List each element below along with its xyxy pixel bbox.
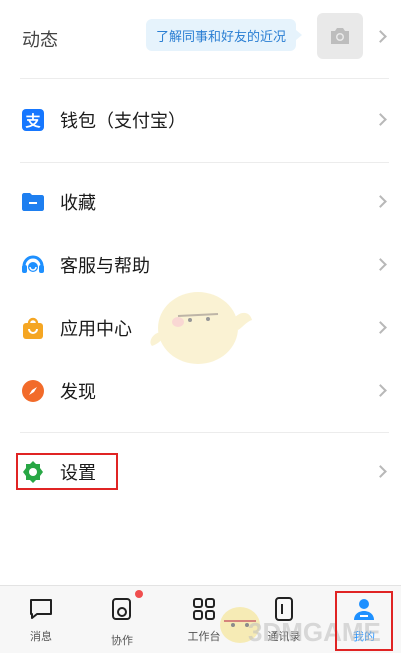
dynamic-hint-text: 了解同事和好友的近况 — [156, 29, 287, 45]
chevron-right-icon — [374, 30, 387, 43]
menu-item-discover[interactable]: 发现 — [0, 369, 401, 413]
collab-icon — [112, 598, 131, 620]
headset-icon — [20, 252, 46, 278]
menu-label: 应用中心 — [60, 319, 132, 340]
grid-icon — [193, 598, 215, 620]
chevron-right-icon — [374, 258, 387, 271]
menu-label: 客服与帮助 — [60, 256, 150, 277]
divider — [20, 162, 389, 163]
mascot-decoration — [148, 282, 256, 372]
menu-item-wallet[interactable]: 支 钱包（支付宝） — [0, 98, 401, 142]
chevron-right-icon — [374, 321, 387, 334]
me-tab-highlight-box — [335, 591, 393, 651]
chevron-right-icon — [374, 384, 387, 397]
tab-collab[interactable]: 协作 — [92, 590, 152, 648]
compass-icon — [20, 378, 46, 404]
menu-label: 发现 — [60, 382, 96, 403]
tab-label: 消息 — [30, 630, 52, 643]
camera-icon[interactable] — [317, 13, 363, 59]
chevron-right-icon — [374, 195, 387, 208]
divider — [20, 78, 389, 79]
menu-item-favorites[interactable]: 收藏 — [0, 180, 401, 224]
menu-label: 钱包（支付宝） — [60, 111, 186, 132]
notification-badge — [135, 590, 143, 598]
alipay-icon: 支 — [20, 107, 46, 133]
bag-icon — [20, 315, 46, 341]
dynamic-label: 动态 — [22, 30, 58, 51]
menu-item-help[interactable]: 客服与帮助 — [0, 243, 401, 287]
tab-messages[interactable]: 消息 — [11, 596, 71, 644]
tab-label: 协作 — [111, 634, 133, 647]
folder-icon — [20, 189, 46, 215]
dynamic-row[interactable]: 动态 了解同事和好友的近况 — [0, 0, 401, 78]
chevron-right-icon — [374, 113, 387, 126]
dynamic-hint-bubble: 了解同事和好友的近况 — [146, 19, 303, 51]
chat-icon — [30, 599, 52, 619]
settings-highlight-box — [16, 453, 118, 490]
svg-text:支: 支 — [24, 112, 41, 130]
divider — [20, 432, 389, 433]
menu-label: 收藏 — [60, 193, 96, 214]
chevron-right-icon — [374, 465, 387, 478]
